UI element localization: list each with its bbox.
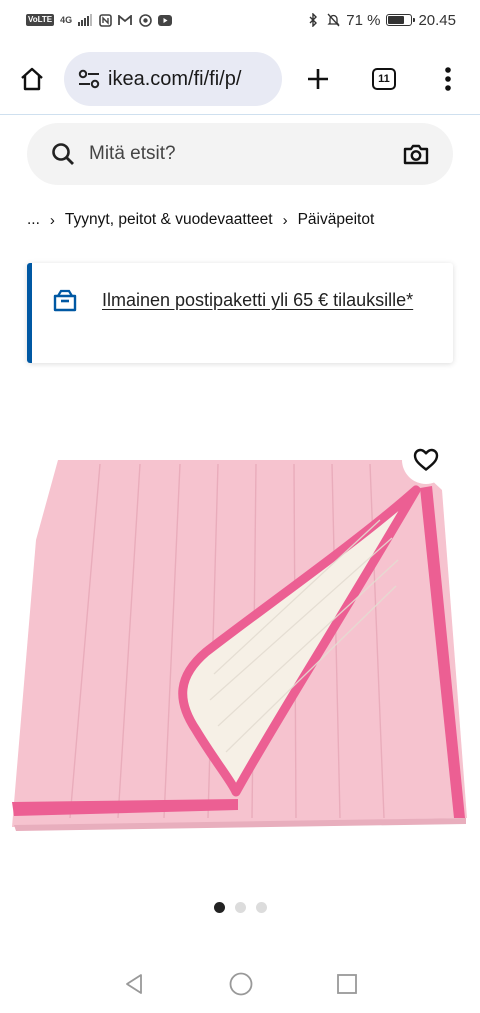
- battery-percent: 71 %: [346, 11, 381, 29]
- nfc-icon: [98, 13, 112, 27]
- package-icon: [53, 289, 77, 312]
- bluetooth-icon: [306, 13, 320, 27]
- carousel-dot[interactable]: [213, 902, 225, 913]
- search-icon: [52, 143, 74, 165]
- home-button[interactable]: [10, 57, 54, 101]
- favorite-button[interactable]: [402, 436, 450, 484]
- recents-icon[interactable]: [336, 973, 358, 995]
- free-shipping-link[interactable]: Ilmainen postipaketti yli 65 € tilauksil…: [102, 285, 413, 315]
- system-navigation-bar: [0, 955, 480, 1013]
- volte-badge: VoLTE: [26, 14, 55, 26]
- home-icon: [21, 67, 43, 91]
- gmail-icon: [118, 14, 133, 27]
- url-text[interactable]: ikea.com/fi/fi/p/: [108, 68, 241, 91]
- browser-toolbar: ikea.com/fi/fi/p/ 11: [0, 44, 480, 114]
- status-left: VoLTE 4G: [26, 13, 173, 27]
- battery-icon: [386, 14, 416, 26]
- status-bar: VoLTE 4G 71 % 20.45: [0, 0, 480, 40]
- product-search-bar[interactable]: Mitä etsit?: [27, 123, 453, 185]
- search-input[interactable]: Mitä etsit?: [89, 143, 403, 165]
- network-type: 4G: [60, 15, 73, 25]
- clock: 20.45: [418, 11, 456, 29]
- chevron-right-icon: ›: [49, 211, 55, 229]
- status-right: 71 % 20.45: [306, 12, 456, 29]
- chevron-right-icon: ›: [282, 211, 288, 229]
- breadcrumb: ... › Tyynyt, peitot & vuodevaatteet › P…: [27, 208, 374, 232]
- signal-icon: [78, 14, 93, 27]
- carousel-dot[interactable]: [234, 902, 246, 913]
- carousel-dot[interactable]: [255, 902, 267, 913]
- heart-icon: [413, 448, 439, 471]
- breadcrumb-item-bedding[interactable]: Tyynyt, peitot & vuodevaatteet: [65, 211, 273, 229]
- browser-menu-button[interactable]: [426, 57, 470, 101]
- youtube-icon: [158, 14, 173, 27]
- url-bar[interactable]: ikea.com/fi/fi/p/: [64, 52, 282, 106]
- free-shipping-banner[interactable]: Ilmainen postipaketti yli 65 € tilauksil…: [27, 263, 453, 363]
- toolbar-divider: [0, 114, 480, 115]
- tab-count: 11: [372, 68, 396, 90]
- chrome-icon: [138, 13, 152, 27]
- site-settings-icon[interactable]: [78, 69, 100, 89]
- tab-switcher-button[interactable]: 11: [362, 57, 406, 101]
- home-nav-icon[interactable]: [228, 971, 254, 997]
- mute-bell-icon: [326, 13, 340, 27]
- camera-icon[interactable]: [403, 143, 429, 165]
- image-carousel-dots: [0, 902, 480, 913]
- product-image[interactable]: [0, 430, 480, 850]
- new-tab-button[interactable]: [296, 57, 340, 101]
- breadcrumb-item-bedspreads[interactable]: Päiväpeitot: [298, 211, 375, 229]
- plus-icon: [308, 69, 328, 89]
- breadcrumb-ellipsis[interactable]: ...: [27, 211, 40, 229]
- more-vertical-icon: [445, 67, 451, 91]
- back-icon[interactable]: [122, 972, 146, 996]
